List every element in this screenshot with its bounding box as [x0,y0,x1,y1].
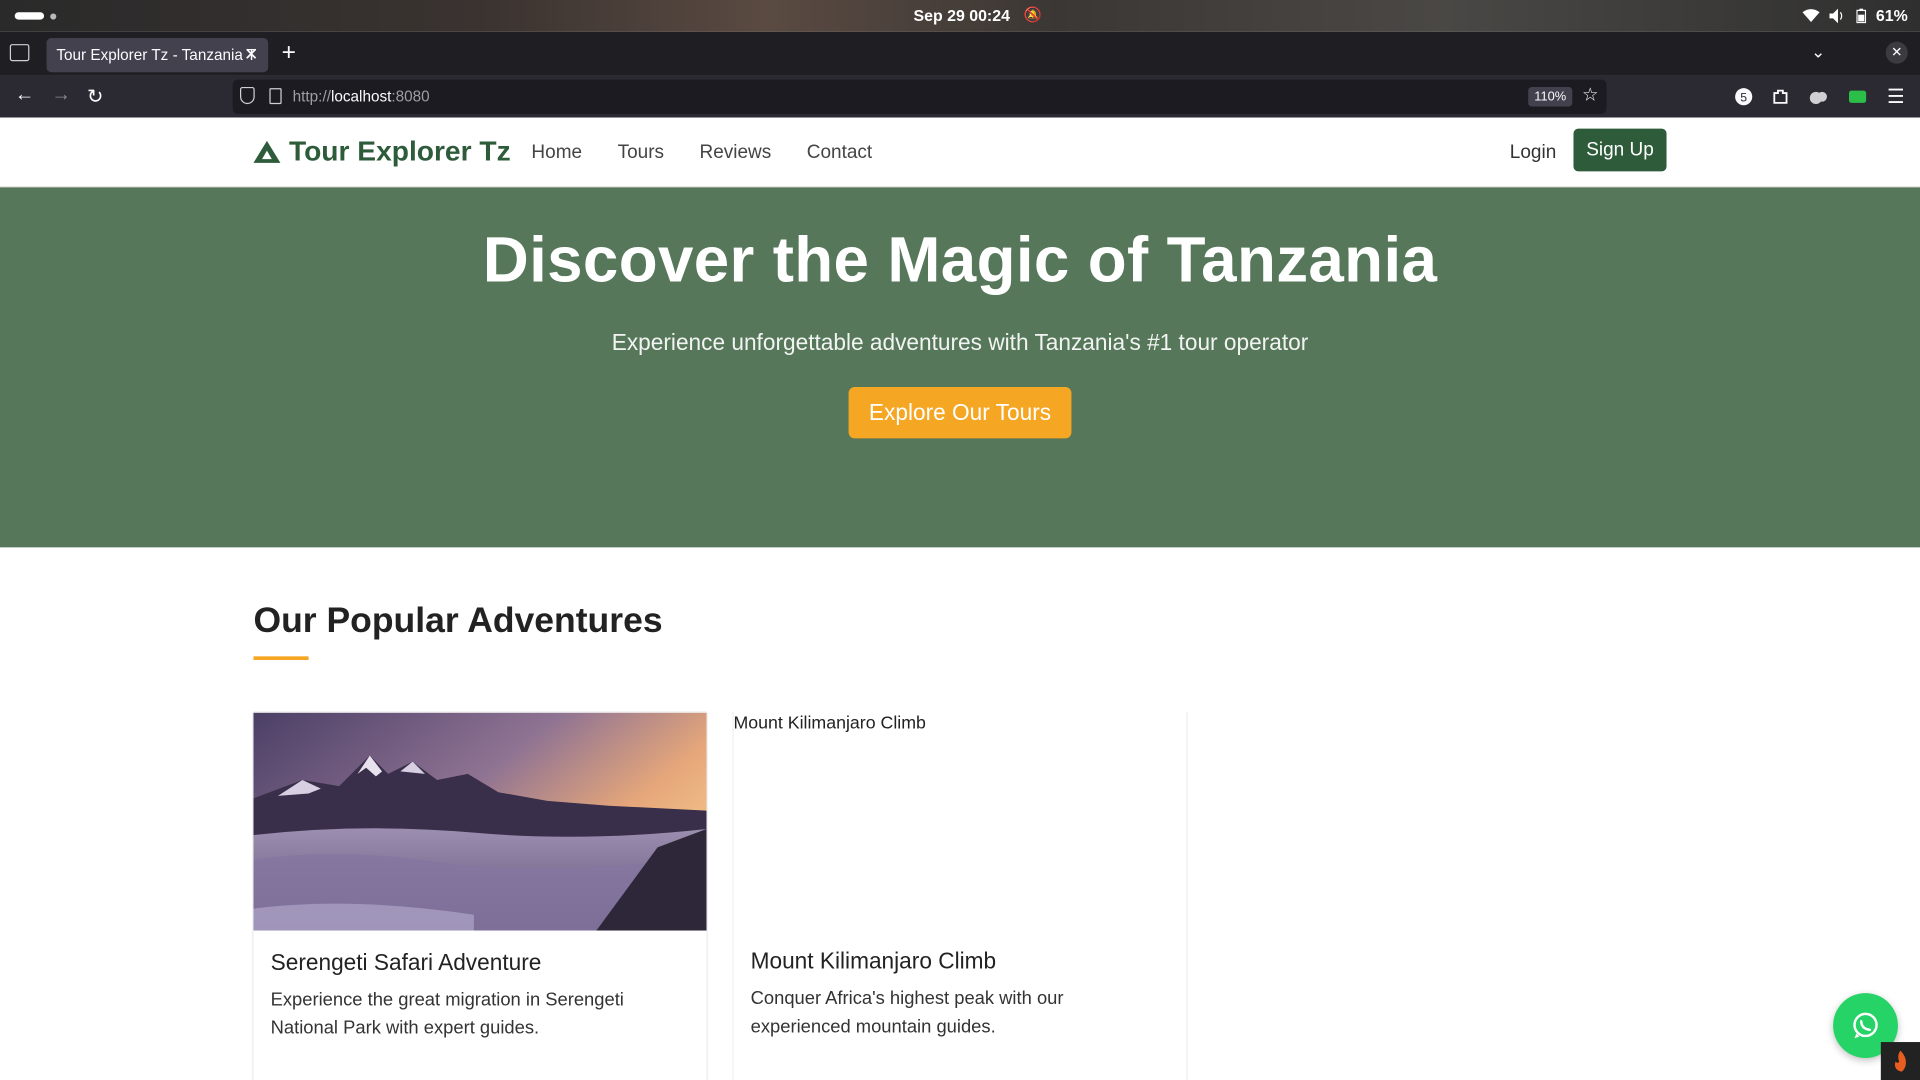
explore-tours-button[interactable]: Explore Our Tours [848,386,1072,439]
mountain-icon [253,140,281,163]
url-bar[interactable]: http://localhost:8080 110% ☆ [232,79,1607,114]
brand-logo[interactable]: Tour Explorer Tz [253,134,511,168]
bookmark-star-icon[interactable]: ☆ [1582,83,1598,105]
back-arrow-icon[interactable]: ← [15,84,35,106]
page-info-icon[interactable] [269,88,282,105]
tour-card[interactable]: Serengeti Safari Adventure Experience th… [252,711,708,1080]
workspace-dot[interactable] [50,13,57,20]
tour-image[interactable] [253,712,707,931]
url-text[interactable]: http://localhost:8080 [293,88,430,105]
section-underline [253,656,309,661]
image-alt-text: Mount Kilimanjaro Climb [733,713,926,734]
extension-badge-icon[interactable]: 5 [1734,87,1754,107]
os-clock[interactable]: Sep 29 00:24 [913,6,1009,24]
nav-contact[interactable]: Contact [807,142,872,164]
hero-subtitle: Experience unforgettable adventures with… [611,329,1309,356]
tab-list-icon[interactable] [9,44,30,62]
extension-cloud-icon[interactable] [1809,87,1829,107]
hero-title: Discover the Magic of Tanzania [482,225,1438,297]
extension-badge-count: 5 [1740,91,1747,105]
nav-reviews[interactable]: Reviews [700,142,772,164]
signup-button[interactable]: Sign Up [1573,128,1667,172]
brand-name: Tour Explorer Tz [288,134,511,167]
extensions-puzzle-icon[interactable] [1771,87,1791,107]
battery-percent: 61% [1875,6,1908,25]
tour-title[interactable]: Mount Kilimanjaro Climb [751,948,996,975]
tab-close-icon[interactable]: ✕ [244,44,258,65]
os-top-bar: Sep 29 00:24 🔕 61% [0,0,1920,32]
nav-home[interactable]: Home [531,142,582,164]
section-title: Our Popular Adventures [253,601,663,641]
tour-card[interactable]: Mount Kilimanjaro Climb Mount Kilimanjar… [732,711,1188,1080]
fire-icon-widget[interactable] [1880,1042,1920,1080]
volume-icon [1829,7,1843,23]
nav-tours[interactable]: Tours [618,142,664,164]
chevron-down-icon[interactable]: ⌄ [1811,42,1825,63]
web-page: Tour Explorer Tz Home Tours Reviews Cont… [0,117,1920,1080]
new-tab-icon[interactable]: + [282,39,296,67]
notifications-muted-icon: 🔕 [1023,6,1042,24]
tour-description: Conquer Africa's highest peak with our e… [750,988,1064,1038]
forward-arrow-icon[interactable]: → [51,84,71,106]
browser-nav-bar: ← → ↻ http://localhost:8080 110% ☆ 5 ☰ [0,75,1920,118]
extension-green-icon[interactable] [1848,87,1868,107]
tour-title[interactable]: Serengeti Safari Adventure [271,949,542,976]
shield-icon[interactable] [240,86,255,105]
reload-icon[interactable]: ↻ [87,84,103,108]
window-close-icon[interactable]: ✕ [1885,41,1908,64]
tour-description: Experience the great migration in Sereng… [270,989,624,1039]
login-link[interactable]: Login [1510,142,1556,164]
wifi-icon [1802,9,1820,23]
tab-title: Tour Explorer Tz - Tanzania T [56,46,257,64]
hero-section: Discover the Magic of Tanzania Experienc… [0,187,1920,548]
tour-image-broken[interactable]: Mount Kilimanjaro Climb [733,711,1186,929]
main-menu: Home Tours Reviews Contact [531,142,872,164]
browser-tab-active[interactable]: Tour Explorer Tz - Tanzania T ✕ [46,37,269,73]
zoom-level[interactable]: 110% [1528,86,1573,107]
battery-icon [1856,7,1867,23]
site-header: Tour Explorer Tz Home Tours Reviews Cont… [0,117,1920,188]
browser-tab-bar: Tour Explorer Tz - Tanzania T ✕ + ⌄ ✕ [0,31,1920,76]
hamburger-menu-icon[interactable]: ☰ [1887,84,1905,108]
workspace-indicator[interactable] [14,12,45,20]
